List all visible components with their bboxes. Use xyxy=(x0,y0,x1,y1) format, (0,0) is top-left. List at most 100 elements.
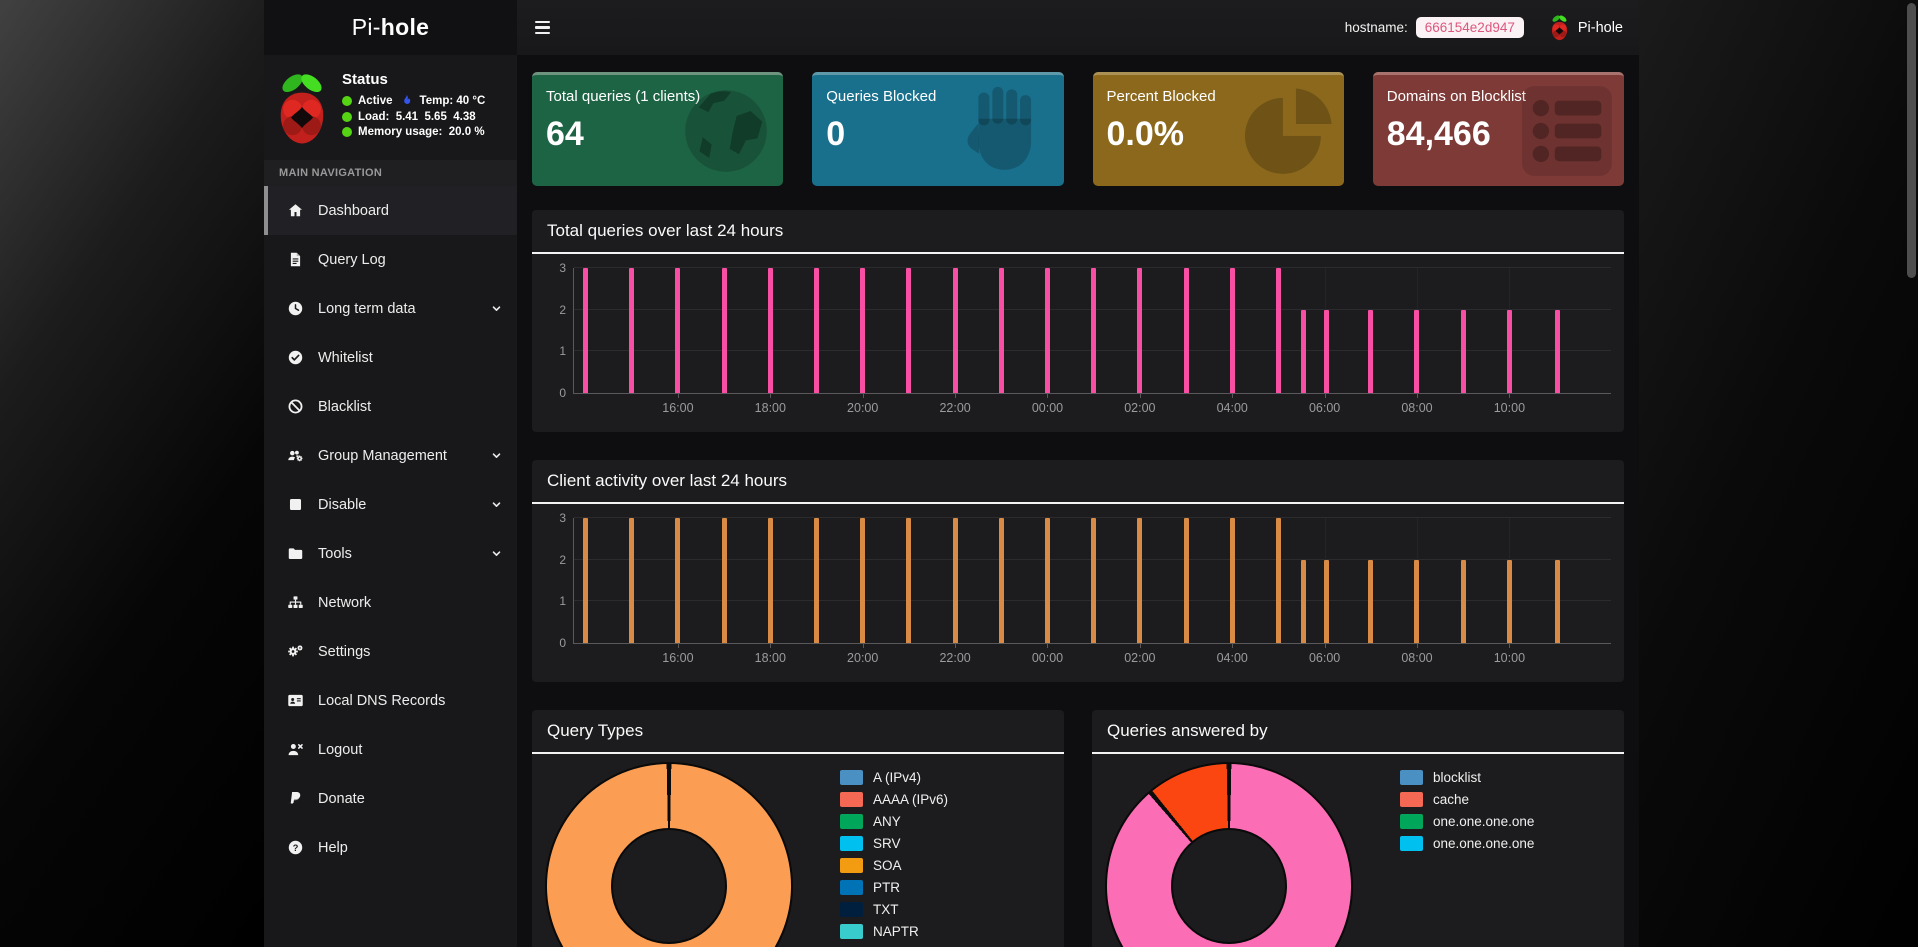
chart-bar xyxy=(1301,560,1306,643)
axis-tick xyxy=(1509,393,1510,398)
sidebar-item-label: Group Management xyxy=(318,448,490,464)
sidebar-item-logout[interactable]: Logout xyxy=(264,725,517,774)
axis-tick xyxy=(1047,643,1048,648)
status-dot-icon xyxy=(342,112,352,122)
navbar-right: hostname: 666154e2d947 Pi-hole xyxy=(517,0,1639,55)
panel-header: Queries answered by xyxy=(1092,710,1624,754)
sidebar-item-local-dns-records[interactable]: Local DNS Records xyxy=(264,676,517,725)
chart-bar xyxy=(1461,560,1466,643)
legend-label: blocklist xyxy=(1433,770,1481,785)
sidebar-item-dashboard[interactable]: Dashboard xyxy=(264,186,517,235)
legend-item-one-one-one-one[interactable]: one.one.one.one xyxy=(1400,814,1534,829)
chevron-down-icon xyxy=(490,498,503,511)
status-row-active: Active Temp: 40 °C xyxy=(342,94,485,108)
sidebar-item-settings[interactable]: Settings xyxy=(264,627,517,676)
legend-label: TXT xyxy=(873,902,899,917)
legend-item-naptr[interactable]: NAPTR xyxy=(840,924,948,939)
top-navbar: Pi-hole hostname: 666154e2d947 Pi-hole xyxy=(264,0,1639,55)
home-icon xyxy=(287,202,307,219)
axis-tick xyxy=(678,393,679,398)
x-axis-tick-label: 00:00 xyxy=(1032,651,1063,665)
y-axis-tick-label: 0 xyxy=(559,386,566,400)
scrollbar-thumb[interactable] xyxy=(1907,3,1916,278)
x-axis-tick-label: 16:00 xyxy=(662,651,693,665)
y-axis-tick-label: 1 xyxy=(559,594,566,608)
sidebar-item-group-management[interactable]: Group Management xyxy=(264,431,517,480)
legend-swatch xyxy=(840,792,863,807)
legend-item-aaaa-ipv6[interactable]: AAAA (IPv6) xyxy=(840,792,948,807)
sidebar-item-label: Whitelist xyxy=(318,350,503,366)
stat-card-total-queries-1-clients: Total queries (1 clients)64 xyxy=(532,72,783,186)
folder-icon xyxy=(287,545,307,562)
x-axis-tick-label: 06:00 xyxy=(1309,651,1340,665)
chart-bar xyxy=(1324,310,1329,393)
chart-bar xyxy=(629,518,634,643)
sidebar-item-label: Disable xyxy=(318,497,490,513)
sidebar-item-help[interactable]: ?Help xyxy=(264,823,517,872)
sidebar-item-query-log[interactable]: Query Log xyxy=(264,235,517,284)
chart-bar xyxy=(906,268,911,393)
legend-item-a-ipv4[interactable]: A (IPv4) xyxy=(840,770,948,785)
legend-item-blocklist[interactable]: blocklist xyxy=(1400,770,1534,785)
legend-item-soa[interactable]: SOA xyxy=(840,858,948,873)
page-scrollbar[interactable] xyxy=(1906,0,1917,947)
axis-tick xyxy=(863,393,864,398)
queries-answered-legend: blocklist cache one.one.one.one one.one.one… xyxy=(1400,770,1534,858)
sitemap-icon xyxy=(287,594,307,611)
legend-swatch xyxy=(1400,792,1423,807)
axis-tick xyxy=(1509,643,1510,648)
sidebar-item-network[interactable]: Network xyxy=(264,578,517,627)
sidebar-logo[interactable]: Pi-hole xyxy=(264,0,517,55)
x-axis-tick-label: 00:00 xyxy=(1032,401,1063,415)
panel-title: Queries answered by xyxy=(1107,721,1268,741)
sidebar-item-blacklist[interactable]: Blacklist xyxy=(264,382,517,431)
legend-label: SRV xyxy=(873,836,901,851)
chart-bar xyxy=(999,518,1004,643)
axis-tick xyxy=(1140,643,1141,648)
chart-bar xyxy=(1324,560,1329,643)
legend-item-cache[interactable]: cache xyxy=(1400,792,1534,807)
panel-header: Client activity over last 24 hours xyxy=(532,460,1624,504)
chevron-down-icon xyxy=(490,449,503,462)
y-axis-tick-label: 2 xyxy=(559,303,566,317)
temperature-icon xyxy=(399,94,414,108)
sidebar-toggle-button[interactable] xyxy=(535,15,565,41)
legend-label: cache xyxy=(1433,792,1469,807)
legend-label: ANY xyxy=(873,814,901,829)
chart-bar xyxy=(583,518,588,643)
y-axis-tick-label: 2 xyxy=(559,553,566,567)
sidebar-item-disable[interactable]: Disable xyxy=(264,480,517,529)
legend-item-txt[interactable]: TXT xyxy=(840,902,948,917)
legend-item-ptr[interactable]: PTR xyxy=(840,880,948,895)
chart-bar xyxy=(860,518,865,643)
globe-icon xyxy=(677,82,775,180)
sidebar-item-donate[interactable]: Donate xyxy=(264,774,517,823)
stat-card-queries-blocked: Queries Blocked0 xyxy=(812,72,1063,186)
hostname-label: hostname: xyxy=(1345,20,1408,35)
axis-tick xyxy=(770,393,771,398)
panel-client-activity: Client activity over last 24 hours 01231… xyxy=(532,460,1624,682)
chart-bar xyxy=(999,268,1004,393)
sidebar-item-tools[interactable]: Tools xyxy=(264,529,517,578)
legend-swatch xyxy=(840,858,863,873)
sidebar-item-whitelist[interactable]: Whitelist xyxy=(264,333,517,382)
sidebar-item-long-term-data[interactable]: Long term data xyxy=(264,284,517,333)
chart-bar xyxy=(583,268,588,393)
legend-item-one-one-one-one[interactable]: one.one.one.one xyxy=(1400,836,1534,851)
legend-item-any[interactable]: ANY xyxy=(840,814,948,829)
legend-label: AAAA (IPv6) xyxy=(873,792,948,807)
y-axis-tick-label: 3 xyxy=(559,511,566,525)
x-axis-tick-label: 10:00 xyxy=(1494,651,1525,665)
axis-tick xyxy=(1232,393,1233,398)
x-axis-tick-label: 20:00 xyxy=(847,651,878,665)
bar-chart-plot: 012316:0018:0020:0022:0000:0002:0004:000… xyxy=(573,268,1611,394)
axis-tick xyxy=(1417,643,1418,648)
legend-swatch xyxy=(1400,836,1423,851)
sidebar: Status Active Temp: 40 °C Load: 5.41 5.6… xyxy=(264,55,517,947)
legend-item-srv[interactable]: SRV xyxy=(840,836,948,851)
panel-header: Query Types xyxy=(532,710,1064,754)
x-axis-tick-label: 02:00 xyxy=(1124,651,1155,665)
sidebar-item-label: Tools xyxy=(318,546,490,562)
sidebar-section-header: MAIN NAVIGATION xyxy=(264,160,517,186)
axis-tick xyxy=(1047,393,1048,398)
